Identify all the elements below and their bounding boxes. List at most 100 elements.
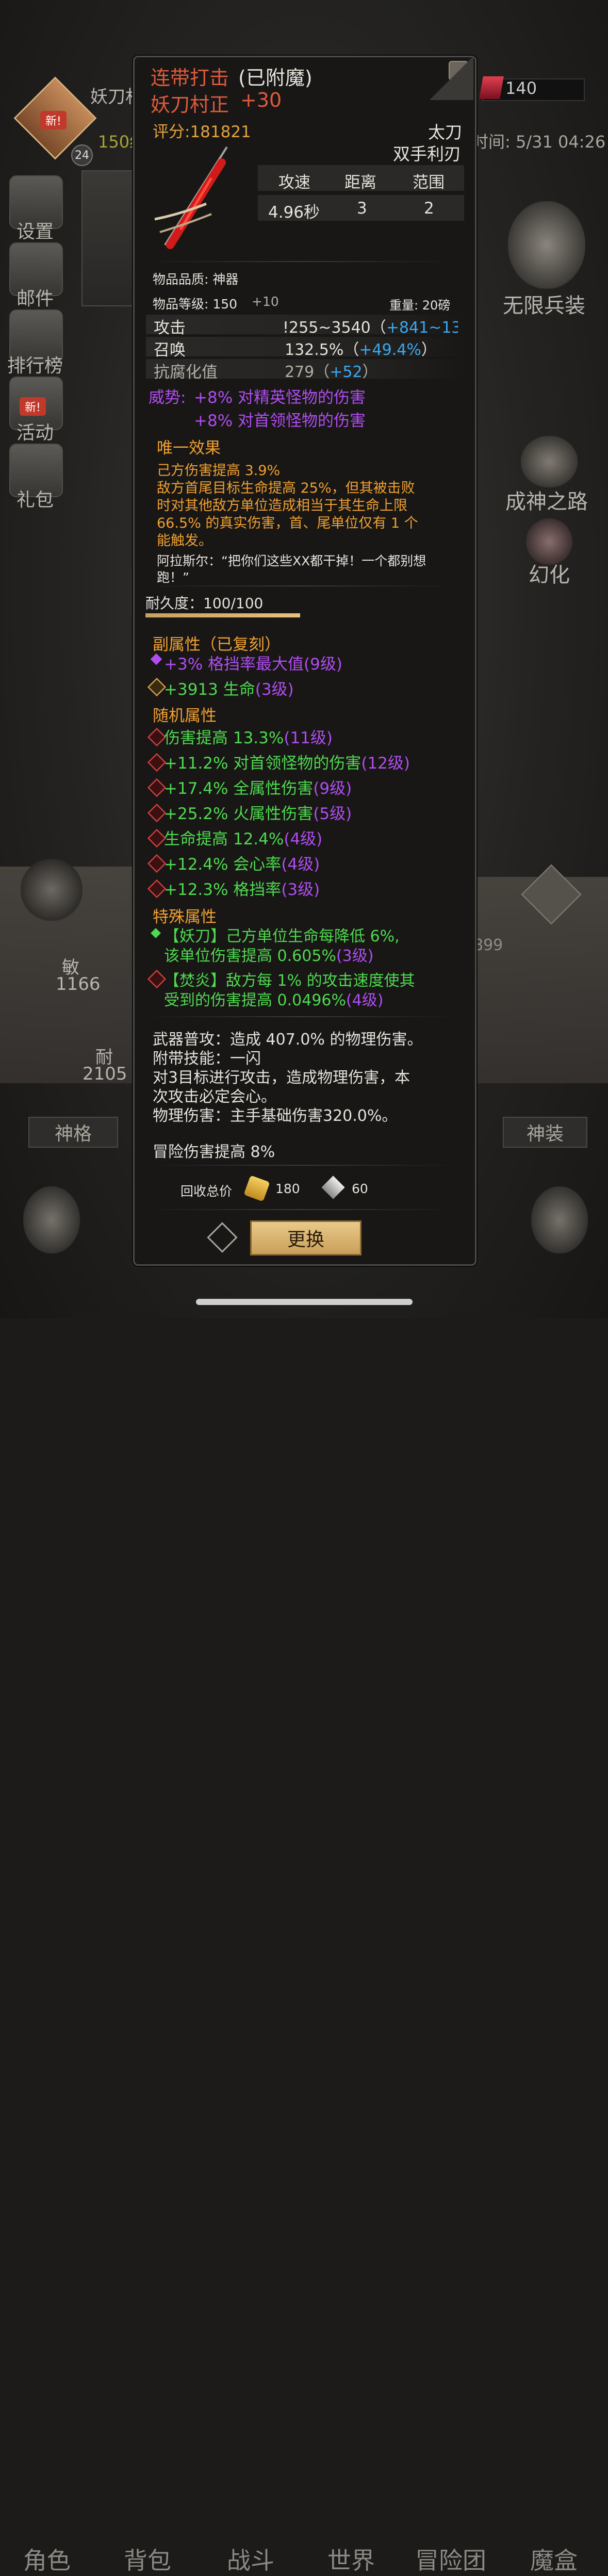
sidebar-item-ranking[interactable]: 排行榜 [0,351,71,378]
tab-divine-gear[interactable]: 神装 [503,1117,587,1148]
stat-value-range: 3 [357,199,367,218]
level-badge: 24 [71,144,93,166]
attr-label-summon: 召唤 [154,341,186,360]
attr-label-corruption: 抗腐化值 [154,363,218,382]
weapon-subtype: 双手利刃 [393,144,461,164]
partial-stat-value: 899 [473,936,503,954]
random-attr-row: +12.4% 会心率(4级) [164,855,320,874]
divider [146,1165,455,1166]
infinite-weapon-icon[interactable] [508,201,585,289]
stat-value-area: 2 [424,199,434,218]
weapon-type: 太刀 [428,122,462,142]
attr-value-attack: !255~3540（ [283,319,386,335]
knight-icon[interactable] [23,1186,80,1253]
nav-adventure-team[interactable]: 冒险团 [415,2542,486,2576]
god-path-label[interactable]: 成神之路 [505,485,588,515]
random-attr-row: +25.2% 火属性伤害(5级) [164,805,352,823]
helmet-icon[interactable] [21,859,83,921]
unique-effect-title: 唯一效果 [157,439,221,458]
special-attr-1-line2: 该单位伤害提高 0.605%(3级) [164,947,374,965]
new-badge: 新! [40,111,67,129]
end-value: 2105 [83,1064,127,1084]
replace-button[interactable]: 更换 [250,1220,361,1256]
attr-value-summon-wrap: 132.5%（+49.4%） [285,337,437,360]
recycle-gold: 180 [275,1181,300,1196]
random-attr-row: +12.3% 格挡率(3级) [164,881,320,899]
quote-line-1: 阿拉斯尔：“把你们这些XX都干掉！一个都别想 [157,553,426,568]
divider [146,1016,455,1017]
skill-line-5: 物理伤害：主手基础伤害320.0%。 [153,1107,398,1125]
sidebar-item-mail[interactable]: 邮件 [0,284,71,311]
special-attr-2-line2: 受到的伤害提高 0.0496%(4级) [164,991,384,1009]
sidebar-item-settings[interactable]: 设置 [0,217,71,243]
nav-backpack[interactable]: 背包 [124,2542,171,2576]
event-new-badge: 新! [20,397,46,416]
agi-value: 1166 [56,974,101,994]
quote-line-2: 跑！” [157,570,189,585]
item-weight: 重量: 20磅 [389,298,451,313]
adventure-damage: 冒险伤害提高 8% [153,1143,275,1161]
random-attr-row: 伤害提高 13.3%(11级) [164,729,333,747]
item-score: 评分:181821 [153,123,251,141]
stat-header-area: 范围 [413,173,445,192]
recycle-shard: 60 [352,1181,368,1196]
cube-icon[interactable] [531,1186,588,1253]
attr-value-summon: 132.5%（ [285,341,359,359]
recycle-label: 回收总价 [180,1184,233,1199]
attr-bonus-attack: +841~13 [386,319,458,335]
time-text: 时间: 5/31 04:26 [472,132,606,152]
attr-value-corruption: 279（ [285,363,330,381]
durability-bar [145,613,300,617]
nav-character[interactable]: 角色 [23,2542,71,2576]
stats-table: 攻速 距离 范围 4.96秒 3 2 [258,165,464,226]
ruby-icon [479,76,504,99]
enchant-tag: (已附魔) [238,67,313,89]
majesty-label: 威势: [149,388,186,407]
item-name: 连带打击 [151,67,229,89]
katana-icon [150,142,248,258]
random-attr-row: +11.2% 对首领怪物的伤害(12级) [164,754,410,773]
guild-banner [81,170,135,306]
illusion-label[interactable]: 幻化 [529,558,570,588]
divider [146,261,455,262]
bottom-nav: 角色 背包 战斗 世界 冒险团 魔盒 [0,1269,608,2574]
nav-battle[interactable]: 战斗 [227,2542,274,2576]
currency-value: 140 [505,78,537,98]
random-attr-row: +17.4% 全属性伤害(9级) [164,779,352,798]
item-quality: 物品品质: 神器 [153,272,239,287]
nav-magic-box[interactable]: 魔盒 [530,2542,578,2576]
stat-header-range: 距离 [344,173,376,192]
sidebar-item-gifts[interactable]: 礼包 [0,485,71,512]
majesty-line-2: +8% 对首领怪物的伤害 [194,412,366,430]
item-level: 物品等级: 150 [153,297,238,312]
sub-attr-2: +3913 生命(3级) [164,680,294,699]
divider [146,1209,455,1210]
infinite-weapon-label[interactable]: 无限兵装 [503,289,585,319]
random-attr-title: 随机属性 [153,707,217,725]
nav-world[interactable]: 世界 [327,2542,375,2576]
attr-tail-summon: ） [421,341,437,359]
random-attr-row: 生命提高 12.4%(4级) [164,830,323,849]
stat-header-speed: 攻速 [278,173,310,192]
sub-attr-1: +3% 格挡率最大值(9级) [164,655,342,674]
stat-value-speed: 4.96秒 [268,203,320,222]
attr-tail-corruption: ） [362,363,378,381]
unique-line-5: 能触发。 [157,533,212,549]
divider [146,585,455,586]
attr-bonus-corruption: +52 [330,363,363,381]
god-path-icon[interactable] [521,436,578,487]
durability-text: 耐久度：100/100 [145,595,264,612]
home-indicator [196,1299,413,1305]
item-level-plus: +10 [252,294,279,309]
panel-corner [429,56,473,100]
weapon-name: 妖刀村正 [151,93,229,116]
attr-label-attack: 攻击 [154,319,186,337]
weapon-plus: +30 [240,89,282,111]
attr-value-attack-wrap: !255~3540（+841~13 [283,315,458,335]
attr-value-corruption-wrap: 279（+52） [285,359,378,382]
replace-button-label: 更换 [287,1229,324,1250]
majesty-line-1: +8% 对精英怪物的伤害 [194,388,366,407]
tab-divinity[interactable]: 神格 [28,1117,118,1148]
attr-bonus-summon: +49.4% [359,341,421,359]
sidebar-item-events[interactable]: 活动 [0,418,71,445]
